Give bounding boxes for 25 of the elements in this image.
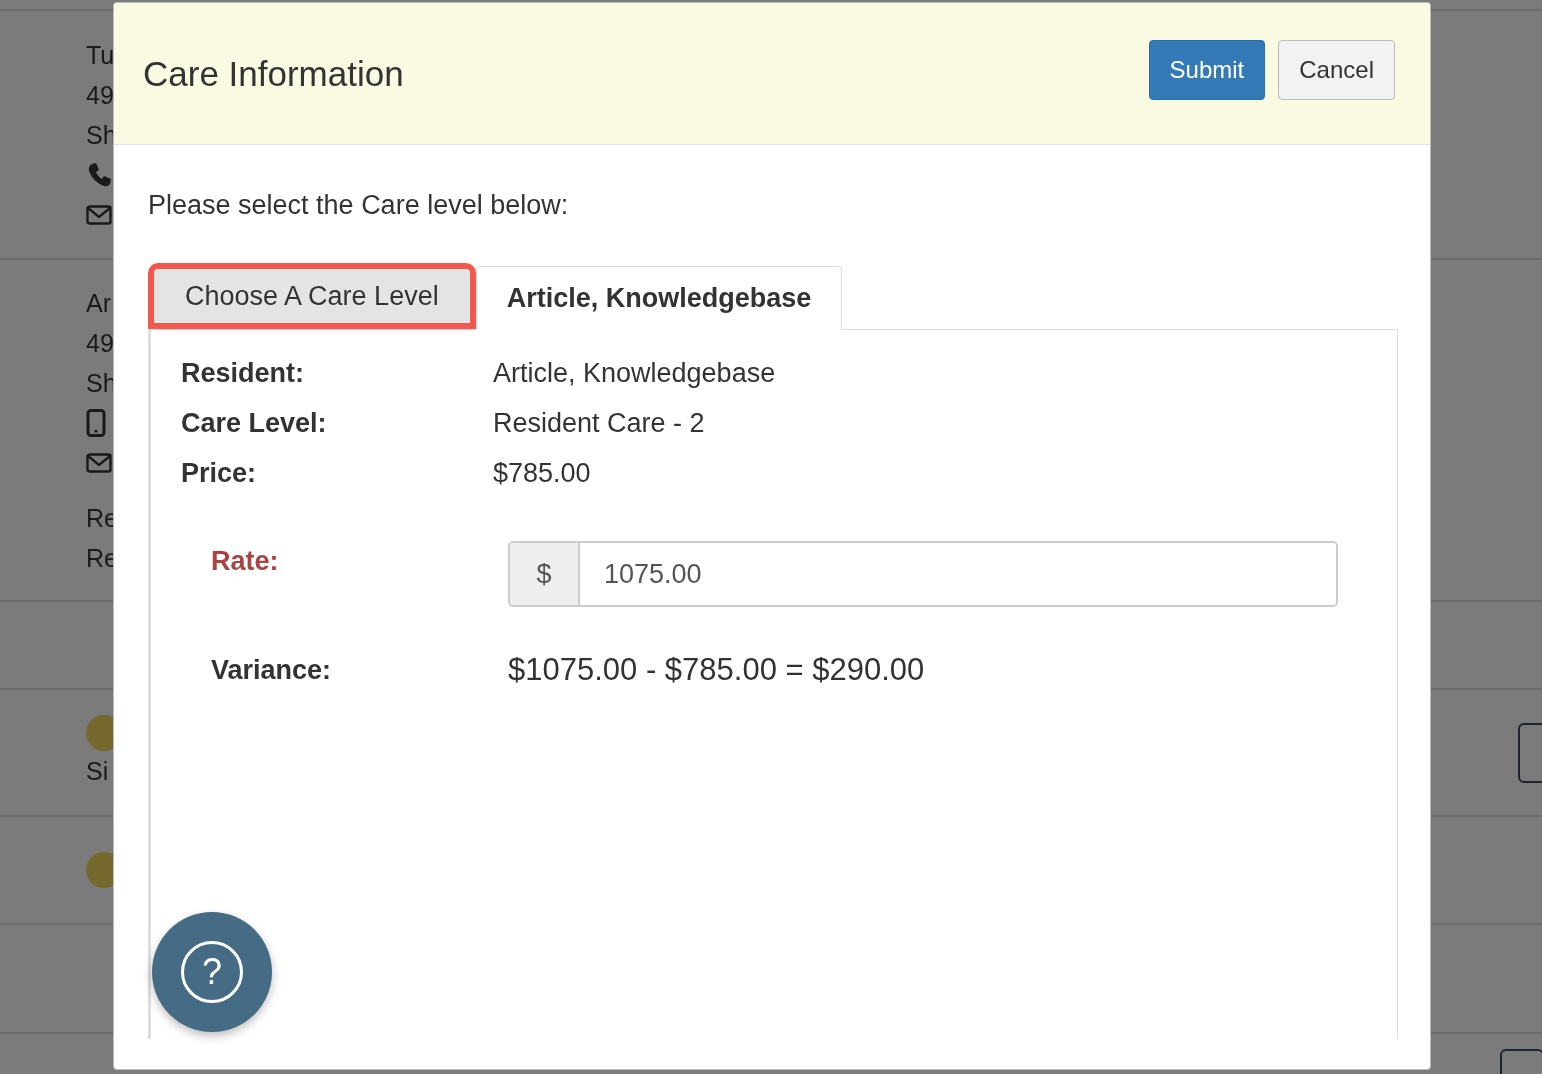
field-value: Resident Care - 2: [493, 408, 706, 439]
field-value: Article, Knowledgebase: [493, 358, 777, 389]
contact-text: Tu: [86, 39, 116, 71]
contact-text: Si: [86, 755, 110, 787]
field-label: Price:: [181, 458, 258, 489]
tab[interactable]: Article, Knowledgebase: [475, 266, 843, 330]
field-label: Care Level:: [181, 408, 328, 439]
mobile-phone-icon: [86, 408, 106, 437]
variance-label: Variance:: [211, 654, 333, 686]
rate-label: Rate:: [211, 546, 280, 577]
prompt-text: Please select the Care level below:: [148, 190, 570, 221]
phone-icon: [86, 161, 112, 188]
contact-text: Ar: [86, 287, 112, 319]
mail-icon: [86, 204, 112, 225]
modal-title: Care Information: [143, 53, 404, 94]
currency-addon: $: [510, 543, 580, 605]
contact-text: 49: [86, 79, 115, 111]
contact-text: 49: [86, 327, 115, 359]
rate-field[interactable]: $ 1075.00: [508, 541, 1338, 607]
submit-button[interactable]: Submit: [1148, 39, 1266, 100]
mail-icon: [86, 452, 112, 473]
field-value: $785.00: [493, 458, 592, 489]
variance-value: $1075.00 - $785.00 = $290.00: [508, 652, 925, 688]
cancel-button[interactable]: Cancel: [1278, 39, 1395, 100]
field-label: Resident:: [181, 358, 306, 389]
